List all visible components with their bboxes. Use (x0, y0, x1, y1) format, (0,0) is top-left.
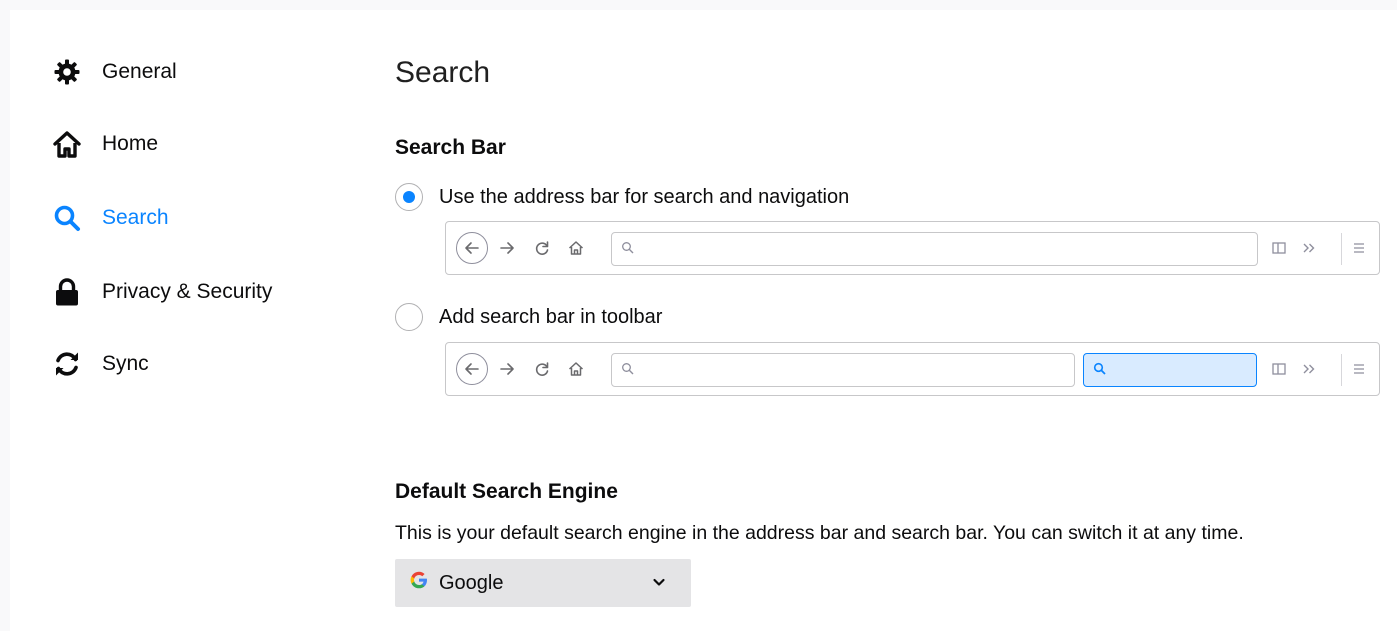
toolbar-preview-address-bar (445, 221, 1380, 275)
hamburger-menu-icon (1348, 237, 1370, 259)
sidebar-item-label: Home (102, 132, 159, 155)
reload-icon (531, 358, 553, 380)
sidebar-item-privacy-security[interactable]: Privacy & Security (52, 270, 272, 314)
sidebar-item-home[interactable]: Home (52, 122, 158, 166)
magnifier-icon (621, 362, 635, 381)
selected-engine-label: Google (439, 571, 504, 594)
magnifier-icon (621, 241, 635, 260)
main-content: Search Search Bar Use the address bar fo… (395, 10, 1395, 631)
url-bar (611, 353, 1075, 387)
toolbar-divider (1341, 233, 1342, 265)
search-bar-heading: Search Bar (395, 136, 506, 159)
hamburger-menu-icon (1348, 358, 1370, 380)
sidebar-item-search[interactable]: Search (52, 196, 169, 240)
back-arrow-icon (456, 232, 488, 264)
sidebar-item-label: Privacy & Security (102, 280, 273, 303)
toolbar-divider (1341, 354, 1342, 386)
overflow-chevron-icon (1298, 358, 1320, 380)
default-search-engine-heading: Default Search Engine (395, 480, 618, 503)
sidebar-item-label: Search (102, 206, 169, 229)
chevron-down-icon (651, 574, 667, 595)
forward-arrow-icon (496, 237, 518, 259)
default-engine-description: This is your default search engine in th… (395, 522, 1244, 544)
gear-icon (52, 57, 82, 87)
search-engine-dropdown[interactable]: Google (395, 559, 691, 607)
home-small-icon (565, 358, 587, 380)
sidebar-item-label: General (102, 60, 177, 83)
forward-arrow-icon (496, 358, 518, 380)
reload-icon (531, 237, 553, 259)
toolbar-preview-search-bar (445, 342, 1380, 396)
sidebar-item-sync[interactable]: Sync (52, 342, 149, 386)
sidebar-item-general[interactable]: General (52, 50, 177, 94)
preferences-page: General Home Search Privacy & Security S… (10, 10, 1397, 631)
home-icon (52, 129, 82, 159)
radio-label: Add search bar in toolbar (439, 305, 663, 328)
radio-use-address-bar[interactable]: Use the address bar for search and navig… (395, 181, 849, 213)
sidebar: General Home Search Privacy & Security S… (10, 10, 340, 631)
radio-button-unchecked[interactable] (395, 303, 423, 331)
magnifier-icon (1093, 362, 1107, 381)
search-box-preview (1083, 353, 1257, 387)
overflow-chevron-icon (1298, 237, 1320, 259)
radio-button-checked[interactable] (395, 183, 423, 211)
sync-icon (52, 349, 82, 379)
url-bar (611, 232, 1258, 266)
sidebar-toggle-icon (1268, 358, 1290, 380)
google-logo-icon (409, 570, 429, 596)
radio-add-search-bar[interactable]: Add search bar in toolbar (395, 301, 662, 333)
sidebar-toggle-icon (1268, 237, 1290, 259)
back-arrow-icon (456, 353, 488, 385)
lock-icon (52, 277, 82, 307)
page-title: Search (395, 56, 491, 89)
radio-label: Use the address bar for search and navig… (439, 185, 850, 208)
sidebar-item-label: Sync (102, 352, 149, 375)
home-small-icon (565, 237, 587, 259)
search-icon (52, 203, 82, 233)
